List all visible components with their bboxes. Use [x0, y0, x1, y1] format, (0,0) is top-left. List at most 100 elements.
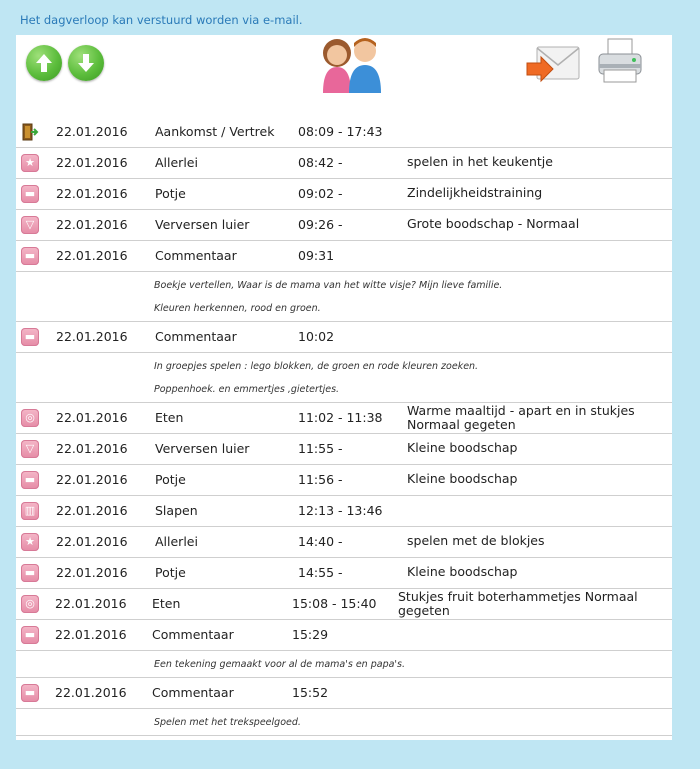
- email-note: Het dagverloop kan verstuurd worden via …: [20, 13, 303, 27]
- star-icon: ★: [21, 154, 39, 172]
- comment-line: Spelen met het trekspeelgoed.: [154, 717, 301, 728]
- table-row[interactable]: ▽ 22.01.2016 Verversen luier 09:26 - Grote b…: [16, 210, 672, 241]
- table-row[interactable]: ▥ 22.01.2016 Slapen 12:13 - 13:46: [16, 496, 672, 527]
- door-exit-icon: [21, 123, 39, 141]
- entry-date: 22.01.2016: [56, 410, 128, 425]
- entry-time: 15:08 - 15:40: [292, 596, 377, 611]
- table-row[interactable]: ▬ 22.01.2016 Commentaar 09:31: [16, 241, 672, 272]
- entry-type: Allerlei: [155, 534, 198, 549]
- comment-line: Boekje vertellen, Waar is de mama van he…: [154, 280, 503, 291]
- entry-type: Slapen: [155, 503, 198, 518]
- table-row[interactable]: ▽ 22.01.2016 Verversen luier 11:55 - Kleine …: [16, 434, 672, 465]
- parents-icon: [319, 37, 385, 97]
- entry-type: Commentaar: [155, 329, 237, 344]
- arrow-up-icon[interactable]: [26, 45, 62, 81]
- entry-detail: Kleine boodschap: [407, 440, 518, 455]
- entry-detail: Warme maaltijd - apart en in stukjes Nor…: [407, 403, 635, 432]
- entry-type: Allerlei: [155, 155, 198, 170]
- table-row[interactable]: ★ 22.01.2016 Allerlei 08:42 - spelen in het …: [16, 148, 672, 179]
- entry-time: 09:02 -: [298, 186, 343, 201]
- comment-icon: ▬: [21, 247, 39, 265]
- entry-date: 22.01.2016: [56, 155, 128, 170]
- comment-text-block: Spelen met het trekspeelgoed.: [16, 709, 672, 736]
- entry-time: 11:55 -: [298, 441, 343, 456]
- entry-date: 22.01.2016: [56, 565, 128, 580]
- bed-icon: ▥: [21, 502, 39, 520]
- entry-time: 15:29: [292, 627, 329, 642]
- entry-list: 22.01.2016 Aankomst / Vertrek 08:09 - 17:4…: [16, 117, 672, 736]
- table-row[interactable]: ▬ 22.01.2016 Potje 11:56 - Kleine boodschap: [16, 465, 672, 496]
- printer-icon[interactable]: [596, 37, 644, 89]
- entry-detail: Kleine boodschap: [407, 471, 518, 486]
- entry-date: 22.01.2016: [56, 472, 128, 487]
- entry-detail: Zindelijkheidstraining: [407, 185, 543, 200]
- table-row[interactable]: ★ 22.01.2016 Allerlei 14:40 - spelen met de …: [16, 527, 672, 558]
- comment-line: Kleuren herkennen, rood en groen.: [154, 303, 321, 314]
- entry-time: 09:31: [298, 248, 335, 263]
- comment-line: In groepjes spelen : lego blokken, de gr…: [154, 361, 479, 372]
- entry-detail: Kleine boodschap: [407, 564, 518, 579]
- potty-icon: ▬: [21, 185, 39, 203]
- table-row[interactable]: ▬ 22.01.2016 Potje 14:55 - Kleine boodschap: [16, 558, 672, 589]
- entry-time: 08:42 -: [298, 155, 343, 170]
- entry-detail: spelen met de blokjes: [407, 533, 545, 548]
- comment-text-block: Een tekening gemaakt voor al de mama's e…: [16, 651, 672, 678]
- entry-type: Eten: [152, 596, 181, 611]
- potty-icon: ▬: [21, 564, 39, 582]
- send-mail-icon[interactable]: [525, 41, 581, 91]
- entry-date: 22.01.2016: [55, 685, 127, 700]
- entry-detail: Grote boodschap - Normaal: [407, 216, 580, 231]
- diaper-icon: ▽: [21, 440, 39, 458]
- entry-detail: spelen in het keukentje: [407, 154, 553, 169]
- entry-date: 22.01.2016: [56, 124, 128, 139]
- entry-date: 22.01.2016: [56, 503, 128, 518]
- entry-time: 11:56 -: [298, 472, 343, 487]
- arrow-down-icon[interactable]: [68, 45, 104, 81]
- diaper-icon: ▽: [21, 216, 39, 234]
- entry-type: Verversen luier: [155, 217, 250, 232]
- comment-line: Poppenhoek. en emmertjes ,gietertjes.: [154, 384, 340, 395]
- entry-type: Commentaar: [152, 685, 234, 700]
- entry-date: 22.01.2016: [55, 627, 127, 642]
- entry-time: 10:02: [298, 329, 335, 344]
- entry-time: 12:13 - 13:46: [298, 503, 383, 518]
- entry-time: 11:02 - 11:38: [298, 410, 383, 425]
- entry-time: 14:55 -: [298, 565, 343, 580]
- comment-icon: ▬: [21, 328, 39, 346]
- table-row[interactable]: ◎ 22.01.2016 Eten 15:08 - 15:40 Stukjes frui…: [16, 589, 672, 620]
- entry-type: Verversen luier: [155, 441, 250, 456]
- potty-icon: ▬: [21, 471, 39, 489]
- meal-icon: ◎: [21, 409, 39, 427]
- entry-date: 22.01.2016: [56, 534, 128, 549]
- entry-detail: Stukjes fruit boterhammetjes Normaal geg…: [398, 589, 638, 618]
- entry-type: Commentaar: [155, 248, 237, 263]
- entry-type: Commentaar: [152, 627, 234, 642]
- table-row[interactable]: ▬ 22.01.2016 Commentaar 15:29: [16, 620, 672, 651]
- star-icon: ★: [21, 533, 39, 551]
- entry-date: 22.01.2016: [55, 596, 127, 611]
- entry-type: Potje: [155, 186, 186, 201]
- toolbar: [16, 35, 672, 115]
- table-row[interactable]: ▬ 22.01.2016 Potje 09:02 - Zindelijkheidstra…: [16, 179, 672, 210]
- table-row[interactable]: 22.01.2016 Aankomst / Vertrek 08:09 - 17:4…: [16, 117, 672, 148]
- comment-icon: ▬: [21, 626, 39, 644]
- table-row[interactable]: ▬ 22.01.2016 Commentaar 15:52: [16, 678, 672, 709]
- entry-date: 22.01.2016: [56, 186, 128, 201]
- entry-type: Potje: [155, 472, 186, 487]
- table-row[interactable]: ▬ 22.01.2016 Commentaar 10:02: [16, 322, 672, 353]
- entry-type: Eten: [155, 410, 184, 425]
- comment-text-block: Boekje vertellen, Waar is de mama van he…: [16, 272, 672, 322]
- comment-icon: ▬: [21, 684, 39, 702]
- table-row[interactable]: ◎ 22.01.2016 Eten 11:02 - 11:38 Warme maalti…: [16, 403, 672, 434]
- entry-date: 22.01.2016: [56, 329, 128, 344]
- entry-date: 22.01.2016: [56, 441, 128, 456]
- comment-line: Een tekening gemaakt voor al de mama's e…: [154, 659, 406, 670]
- entry-type: Potje: [155, 565, 186, 580]
- entry-time: 08:09 - 17:43: [298, 124, 383, 139]
- entry-date: 22.01.2016: [56, 248, 128, 263]
- meal-icon: ◎: [21, 595, 39, 613]
- entry-time: 15:52: [292, 685, 329, 700]
- comment-text-block: In groepjes spelen : lego blokken, de gr…: [16, 353, 672, 403]
- entry-type: Aankomst / Vertrek: [155, 124, 275, 139]
- entry-time: 14:40 -: [298, 534, 343, 549]
